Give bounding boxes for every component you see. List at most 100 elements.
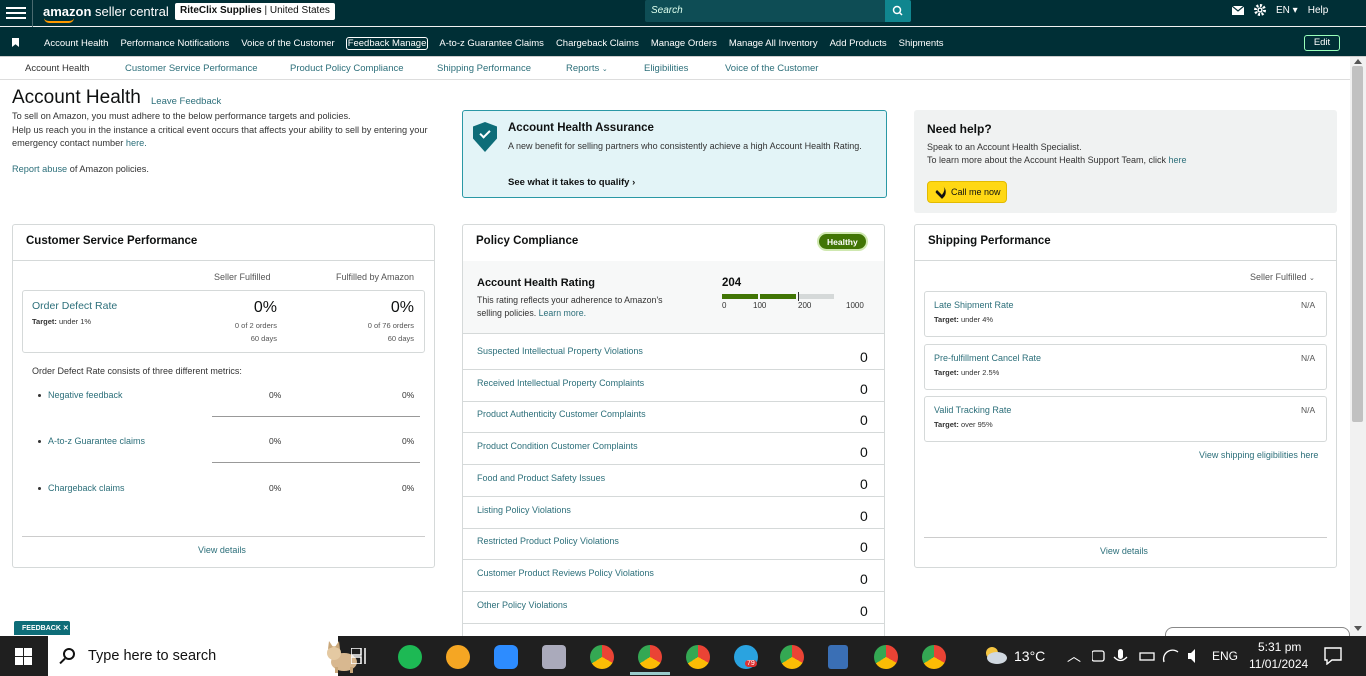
clock-date[interactable]: 11/01/2024 — [1249, 657, 1308, 671]
ship-view-details-link[interactable]: View details — [1100, 546, 1148, 556]
spotify-icon[interactable] — [398, 645, 422, 669]
weather-temperature[interactable]: 13°C — [1014, 648, 1045, 664]
clock-time[interactable]: 5:31 pm — [1258, 640, 1301, 654]
weather-cloud-icon[interactable] — [982, 645, 1008, 665]
account-health-rating-box: Account Health Rating This rating reflec… — [463, 261, 884, 333]
ahr-learn-more-link[interactable]: Learn more. — [539, 308, 586, 318]
close-icon[interactable]: ✕ — [63, 625, 69, 632]
order-defect-rate-box: Order Defect Rate Target: under 1% 0% 0 … — [22, 290, 425, 353]
policy-row-label[interactable]: Suspected Intellectual Property Violatio… — [477, 346, 643, 356]
nav-voice-of-customer[interactable]: Voice of the Customer — [241, 38, 334, 49]
nav-chargeback-claims[interactable]: Chargeback Claims — [556, 38, 639, 49]
late-shipment-rate-link[interactable]: Late Shipment Rate — [934, 300, 1014, 310]
app-face-icon[interactable] — [446, 645, 470, 669]
top-bar: amazon seller central RiteClix Supplies … — [0, 0, 1366, 27]
intro-line-2: Help us reach you in the instance a crit… — [12, 124, 428, 149]
assurance-title: Account Health Assurance — [508, 122, 654, 134]
policy-row-label[interactable]: Customer Product Reviews Policy Violatio… — [477, 568, 654, 578]
bookmark-icon[interactable] — [12, 38, 19, 47]
tab-voice-of-customer[interactable]: Voice of the Customer — [725, 63, 818, 74]
task-view-icon[interactable] — [351, 648, 369, 664]
chrome-profile-6-icon[interactable] — [922, 645, 946, 669]
amazon-seller-central-logo[interactable]: amazon seller central — [43, 4, 169, 23]
chevron-up-icon[interactable]: ︿ — [1067, 646, 1081, 666]
zoom-icon[interactable] — [494, 645, 518, 669]
system-tray-icons[interactable] — [1092, 648, 1202, 664]
nav-shipments[interactable]: Shipments — [899, 38, 944, 49]
hamburger-menu-icon[interactable] — [6, 4, 26, 20]
help-link[interactable]: Help — [1308, 5, 1329, 16]
report-abuse-link[interactable]: Report abuse — [12, 164, 67, 174]
scroll-down-arrow-icon[interactable] — [1354, 626, 1362, 631]
ship-value: N/A — [1301, 405, 1316, 415]
policy-row-count: 0 — [860, 380, 868, 397]
policy-row-label[interactable]: Other Policy Violations — [477, 600, 567, 610]
feedback-tab-button[interactable]: FEEDBACK ✕ — [14, 621, 70, 635]
nav-feedback-manager[interactable]: Feedback Manage — [345, 37, 429, 50]
language-selector[interactable]: EN ▾ — [1276, 5, 1298, 16]
tab-account-health[interactable]: Account Health — [25, 63, 89, 74]
gear-icon[interactable] — [1254, 4, 1266, 16]
mail-icon[interactable] — [1232, 5, 1244, 15]
leave-feedback-link[interactable]: Leave Feedback — [151, 96, 221, 107]
policy-row-label[interactable]: Listing Policy Violations — [477, 505, 571, 515]
tab-shipping-performance[interactable]: Shipping Performance — [437, 63, 531, 74]
taskbar-search-box[interactable]: Type here to search — [48, 636, 357, 676]
chrome-profile-5-icon[interactable] — [874, 645, 898, 669]
collapsed-panel-tab[interactable] — [1165, 627, 1350, 636]
nav-manage-inventory[interactable]: Manage All Inventory — [729, 38, 818, 49]
metric-chargeback-claims[interactable]: Chargeback claims — [38, 483, 125, 493]
qualify-link[interactable]: See what it takes to qualify › — [508, 177, 635, 188]
odr-seller-value: 0% — [253, 299, 277, 316]
policy-row-label[interactable]: Product Authenticity Customer Complaints — [477, 409, 646, 419]
store-name: RiteClix Supplies — [180, 5, 262, 16]
emergency-contact-link[interactable]: here. — [126, 138, 147, 148]
metric-negative-feedback[interactable]: Negative feedback — [38, 390, 123, 400]
bookmark-nav-bar: Account Health Performance Notifications… — [0, 27, 1366, 57]
policy-row-label[interactable]: Product Condition Customer Complaints — [477, 441, 638, 451]
nav-add-products[interactable]: Add Products — [830, 38, 887, 49]
policy-row-label[interactable]: Food and Product Safety Issues — [477, 473, 605, 483]
nav-account-health[interactable]: Account Health — [44, 38, 108, 49]
seller-fulfilled-dropdown[interactable]: Seller Fulfilled ⌄ — [1250, 272, 1315, 282]
store-selector[interactable]: RiteClix Supplies | United States — [175, 3, 335, 20]
valid-tracking-rate-link[interactable]: Valid Tracking Rate — [934, 405, 1011, 415]
divider — [212, 416, 420, 417]
shipping-eligibilities-link[interactable]: View shipping eligibilities here — [1199, 450, 1318, 460]
call-me-now-button[interactable]: Call me now — [927, 181, 1007, 203]
tab-customer-service-performance[interactable]: Customer Service Performance — [125, 63, 258, 74]
support-team-link[interactable]: here — [1168, 155, 1186, 165]
search-input[interactable]: Search — [645, 0, 885, 22]
ahr-gauge-marker — [798, 292, 800, 301]
tab-reports[interactable]: Reports ⌄ — [566, 63, 608, 74]
nav-a-to-z-claims[interactable]: A-to-z Guarantee Claims — [439, 38, 544, 49]
help-line-2: To learn more about the Account Health S… — [927, 155, 1187, 165]
policy-row-label[interactable]: Received Intellectual Property Complaint… — [477, 378, 644, 388]
nav-performance-notifications[interactable]: Performance Notifications — [120, 38, 229, 49]
chrome-profile-1-icon[interactable] — [590, 645, 614, 669]
notification-icon[interactable] — [1324, 647, 1342, 665]
metric-a-to-z-claims[interactable]: A-to-z Guarantee claims — [37, 436, 145, 446]
nav-manage-orders[interactable]: Manage Orders — [651, 38, 717, 49]
order-defect-rate-link[interactable]: Order Defect Rate — [32, 300, 117, 312]
search-button[interactable] — [885, 0, 911, 22]
scroll-up-arrow-icon[interactable] — [1354, 59, 1362, 64]
ship-target: Target: over 95% — [934, 420, 993, 429]
chrome-profile-3-icon[interactable] — [686, 645, 710, 669]
calculator-icon[interactable] — [828, 645, 848, 669]
windows-start-icon[interactable] — [15, 648, 32, 665]
edit-button[interactable]: Edit — [1304, 35, 1340, 51]
tab-product-policy-compliance[interactable]: Product Policy Compliance — [290, 63, 404, 74]
ahr-gauge-segment — [798, 294, 834, 299]
csp-view-details-link[interactable]: View details — [198, 545, 246, 555]
chrome-profile-4-icon[interactable] — [780, 645, 804, 669]
scrollbar-thumb[interactable] — [1352, 66, 1363, 422]
snipping-tool-icon[interactable] — [542, 645, 566, 669]
policy-row-label[interactable]: Restricted Product Policy Violations — [477, 536, 619, 546]
tab-eligibilities[interactable]: Eligibilities — [644, 63, 688, 74]
phone-icon — [934, 184, 950, 200]
chrome-profile-2-icon[interactable] — [638, 645, 662, 669]
input-language[interactable]: ENG — [1212, 649, 1238, 663]
cancel-rate-link[interactable]: Pre-fulfillment Cancel Rate — [934, 353, 1041, 363]
divider — [463, 590, 884, 592]
